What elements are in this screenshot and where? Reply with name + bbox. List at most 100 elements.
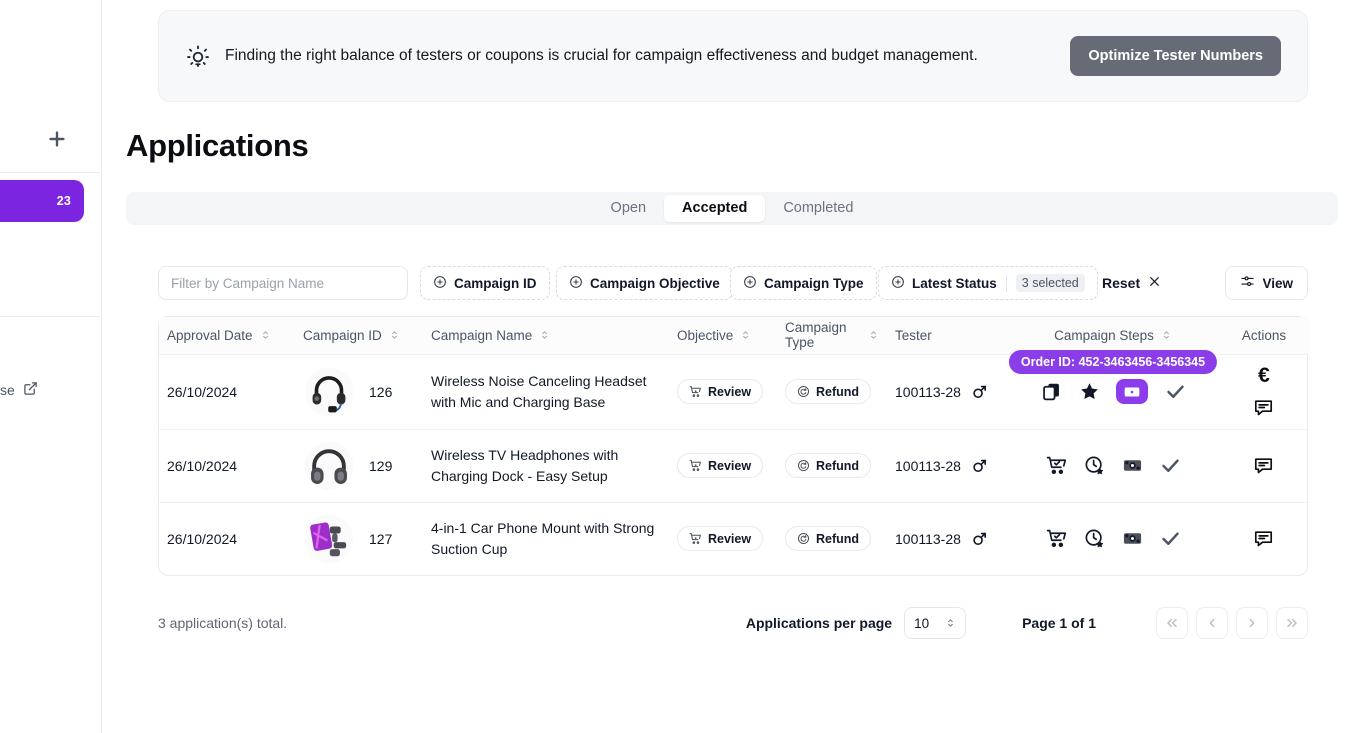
cart-star-icon <box>689 460 701 471</box>
euro-icon[interactable]: € <box>1253 365 1275 387</box>
campaign-type-label: Refund <box>816 458 860 473</box>
cell-campaign-type: Refund <box>777 502 887 575</box>
campaign-id-value: 129 <box>369 457 393 474</box>
clock-star-icon[interactable] <box>1083 528 1105 550</box>
plus-circle-icon <box>743 275 757 292</box>
sidebar-bottom-label: se <box>0 382 15 398</box>
banknote-icon[interactable] <box>1121 455 1143 477</box>
col-label: Tester <box>895 327 932 343</box>
col-actions: Actions <box>1219 317 1309 355</box>
campaign-type-badge: Refund <box>785 453 872 478</box>
campaign-type-badge: Refund <box>785 379 872 404</box>
search-input[interactable] <box>158 266 408 300</box>
lightbulb-icon <box>185 43 211 69</box>
star-icon[interactable] <box>1078 381 1100 403</box>
next-page-button[interactable] <box>1236 607 1268 639</box>
cell-campaign-type: Refund <box>777 354 887 430</box>
headset-icon <box>304 367 354 416</box>
filter-chip-campaign-id[interactable]: Campaign ID <box>420 266 550 300</box>
filter-chip-label: Campaign Objective <box>590 275 720 291</box>
col-campaign-name[interactable]: Campaign Name <box>423 317 669 355</box>
page-title: Applications <box>126 128 309 163</box>
tab-open[interactable]: Open <box>593 195 664 222</box>
col-approval-date[interactable]: Approval Date <box>159 317 295 355</box>
table-row[interactable]: 26/10/2024 <box>159 429 1309 503</box>
chip-separator <box>1005 274 1007 292</box>
table-header-row: Approval Date Campaign ID Campaign Name <box>159 317 1309 355</box>
plus-icon[interactable] <box>44 126 70 152</box>
message-icon[interactable] <box>1253 455 1275 477</box>
tester-id: 100113-28 <box>895 530 961 547</box>
clock-star-icon[interactable] <box>1083 455 1105 477</box>
cart-check-icon[interactable] <box>1045 455 1067 477</box>
reset-filters-button[interactable]: Reset <box>1098 266 1165 300</box>
col-label: Campaign Name <box>431 327 533 343</box>
cell-actions <box>1219 502 1309 575</box>
check-icon[interactable] <box>1159 528 1181 550</box>
col-campaign-type[interactable]: Campaign Type <box>777 317 887 355</box>
view-label: View <box>1262 275 1293 291</box>
chevron-left-icon <box>1209 618 1215 628</box>
objective-badge: Review <box>677 526 764 551</box>
view-options-button[interactable]: View <box>1225 266 1308 300</box>
objective-label: Review <box>708 531 752 546</box>
cell-campaign-name: Wireless Noise Canceling Headset with Mi… <box>423 354 669 430</box>
chevron-updown-icon <box>948 619 953 627</box>
last-page-button[interactable] <box>1276 607 1308 639</box>
objective-label: Review <box>708 458 752 473</box>
banknote-icon[interactable] <box>1121 528 1143 550</box>
filter-chip-campaign-objective[interactable]: Campaign Objective <box>556 266 733 300</box>
car-phone-mount-icon <box>304 514 354 563</box>
per-page-select[interactable]: 10 <box>904 607 967 639</box>
sidebar-badge-count: 23 <box>56 194 71 208</box>
col-label: Campaign Type <box>785 320 847 351</box>
chevrons-left-icon <box>1167 618 1177 628</box>
headset-thumb <box>303 365 355 418</box>
sidebar: 23 se <box>0 0 102 733</box>
col-objective[interactable]: Objective <box>669 317 777 355</box>
cart-check-icon[interactable] <box>1045 528 1067 550</box>
tip-banner: Finding the right balance of testers or … <box>158 10 1308 102</box>
tab-completed[interactable]: Completed <box>765 195 871 222</box>
sidebar-item-active[interactable]: 23 <box>0 180 84 222</box>
campaign-type-badge: Refund <box>785 526 872 551</box>
cell-campaign-steps: Order ID: 452-3463456-3456345 <box>1007 350 1219 430</box>
col-campaign-steps[interactable]: Campaign Steps <box>1007 317 1219 355</box>
cart-star-icon <box>689 386 701 397</box>
filter-chip-campaign-type[interactable]: Campaign Type <box>730 266 877 300</box>
col-campaign-id[interactable]: Campaign ID <box>295 317 423 355</box>
refund-circle-icon <box>797 459 810 472</box>
col-label: Actions <box>1241 327 1287 343</box>
cell-actions: € <box>1219 354 1309 430</box>
sidebar-bottom-link[interactable]: se <box>0 381 102 399</box>
table-row[interactable]: 26/10/2024 <box>159 350 1309 430</box>
cell-approval-date: 26/10/2024 <box>159 354 295 430</box>
per-page-value: 10 <box>914 615 930 631</box>
plus-circle-icon <box>433 275 447 292</box>
col-label: Objective <box>677 327 734 343</box>
objective-label: Review <box>708 384 752 399</box>
prev-page-button[interactable] <box>1196 607 1228 639</box>
check-icon[interactable] <box>1159 455 1181 477</box>
filter-chip-label: Campaign Type <box>764 275 864 291</box>
per-page-label: Applications per page <box>745 615 893 631</box>
campaign-type-label: Refund <box>816 531 860 546</box>
copy-icon[interactable] <box>1040 381 1062 403</box>
filter-chip-label: Campaign ID <box>454 275 537 291</box>
chevrons-right-icon <box>1287 618 1297 628</box>
filter-chip-latest-status[interactable]: Latest Status 3 selected <box>878 266 1098 300</box>
first-page-button[interactable] <box>1156 607 1188 639</box>
cell-campaign-name: 4-in-1 Car Phone Mount with Strong Sucti… <box>423 502 669 575</box>
cell-campaign-id: 127 <box>295 502 423 575</box>
check-icon[interactable] <box>1164 381 1186 403</box>
plus-circle-icon <box>569 275 583 292</box>
banknote-icon[interactable] <box>1116 379 1148 404</box>
campaign-name-value: Wireless Noise Canceling Headset with Mi… <box>431 373 647 410</box>
optimize-tester-numbers-button[interactable]: Optimize Tester Numbers <box>1070 36 1281 76</box>
message-icon[interactable] <box>1253 397 1275 419</box>
sort-icon <box>743 331 749 339</box>
message-icon[interactable] <box>1253 528 1275 550</box>
cell-tester: 100113-28 <box>887 502 1007 575</box>
tab-accepted[interactable]: Accepted <box>664 195 766 222</box>
table-row[interactable]: 26/10/2024 <box>159 502 1309 575</box>
